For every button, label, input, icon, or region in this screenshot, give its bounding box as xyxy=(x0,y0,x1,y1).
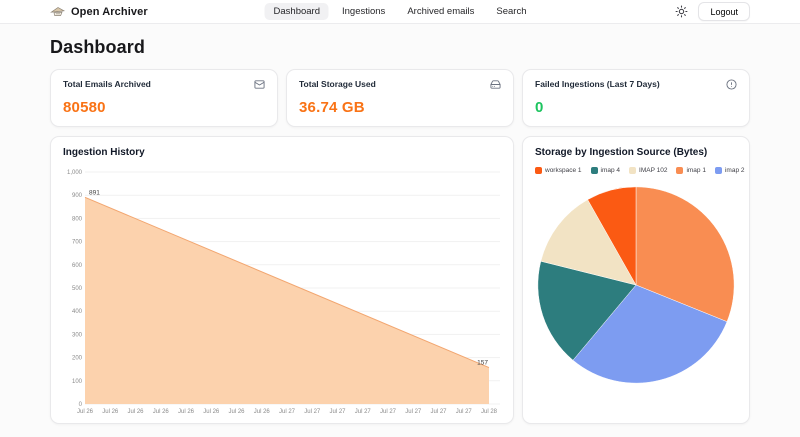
svg-text:Jul 26: Jul 26 xyxy=(77,409,94,415)
svg-text:Jul 27: Jul 27 xyxy=(329,409,346,415)
stat-card-total-storage: Total Storage Used 36.74 GB xyxy=(286,69,514,127)
svg-text:Jul 27: Jul 27 xyxy=(279,409,296,415)
stat-title: Total Storage Used xyxy=(299,79,376,89)
brand[interactable]: Open Archiver xyxy=(50,5,148,18)
svg-text:891: 891 xyxy=(89,189,100,196)
svg-text:Jul 26: Jul 26 xyxy=(203,409,220,415)
svg-text:157: 157 xyxy=(477,360,488,367)
svg-text:Jul 27: Jul 27 xyxy=(380,409,397,415)
main-content: Dashboard Total Emails Archived 80580 To… xyxy=(0,24,800,424)
chart-title: Storage by Ingestion Source (Bytes) xyxy=(535,147,737,158)
logout-button[interactable]: Logout xyxy=(698,2,750,21)
svg-text:700: 700 xyxy=(72,240,83,246)
svg-text:1,000: 1,000 xyxy=(67,170,83,176)
legend-item[interactable]: imap 1 xyxy=(676,167,706,174)
navbar-right: Logout xyxy=(675,2,750,21)
stat-title: Total Emails Archived xyxy=(63,79,151,89)
brand-name: Open Archiver xyxy=(71,6,148,18)
nav-item-archived-emails[interactable]: Archived emails xyxy=(398,3,483,20)
origami-bird-logo-icon xyxy=(50,5,66,18)
legend-swatch xyxy=(715,167,722,174)
legend-label: imap 2 xyxy=(725,167,745,174)
legend-item[interactable]: imap 4 xyxy=(591,167,621,174)
legend-swatch xyxy=(629,167,636,174)
legend-swatch xyxy=(676,167,683,174)
page-title: Dashboard xyxy=(50,37,750,58)
svg-text:0: 0 xyxy=(79,402,83,408)
pie-wrap xyxy=(535,180,737,390)
storage-pie-chart[interactable] xyxy=(535,180,737,390)
stat-title: Failed Ingestions (Last 7 Days) xyxy=(535,79,660,89)
top-navbar: Open Archiver Dashboard Ingestions Archi… xyxy=(0,0,800,24)
svg-text:Jul 28: Jul 28 xyxy=(481,409,498,415)
stats-row: Total Emails Archived 80580 Total Storag… xyxy=(50,69,750,127)
legend-swatch xyxy=(591,167,598,174)
alert-circle-icon xyxy=(726,79,737,90)
svg-text:Jul 26: Jul 26 xyxy=(178,409,195,415)
svg-text:300: 300 xyxy=(72,332,83,338)
svg-text:Jul 27: Jul 27 xyxy=(304,409,321,415)
stat-value: 0 xyxy=(535,99,737,116)
svg-text:Jul 27: Jul 27 xyxy=(405,409,422,415)
svg-text:400: 400 xyxy=(72,309,83,315)
svg-text:Jul 26: Jul 26 xyxy=(153,409,170,415)
legend-swatch xyxy=(535,167,542,174)
svg-text:Jul 26: Jul 26 xyxy=(127,409,144,415)
svg-text:Jul 26: Jul 26 xyxy=(254,409,271,415)
ingestion-history-area-chart: 0 100 200 300 400 500 600 700 800 900 1,000 Jul 26 J… xyxy=(63,162,503,416)
pie-legend: workspace 1 imap 4 IMAP 102 imap 1 imap … xyxy=(535,167,737,174)
legend-label: imap 4 xyxy=(601,167,621,174)
nav-item-dashboard[interactable]: Dashboard xyxy=(265,3,329,20)
svg-text:Jul 26: Jul 26 xyxy=(228,409,245,415)
svg-text:200: 200 xyxy=(72,356,83,362)
svg-text:500: 500 xyxy=(72,286,83,292)
legend-item[interactable]: imap 2 xyxy=(715,167,745,174)
stat-card-total-emails: Total Emails Archived 80580 xyxy=(50,69,278,127)
legend-label: workspace 1 xyxy=(545,167,582,174)
mail-icon xyxy=(254,79,265,90)
svg-text:Jul 26: Jul 26 xyxy=(102,409,119,415)
svg-text:600: 600 xyxy=(72,263,83,269)
sun-icon[interactable] xyxy=(675,5,688,18)
stat-card-failed-ingestions: Failed Ingestions (Last 7 Days) 0 xyxy=(522,69,750,127)
main-nav: Dashboard Ingestions Archived emails Sea… xyxy=(265,3,536,20)
hard-drive-icon xyxy=(490,79,501,90)
svg-text:Jul 27: Jul 27 xyxy=(430,409,447,415)
legend-item[interactable]: IMAP 102 xyxy=(629,167,667,174)
ingestion-history-card: Ingestion History 0 100 200 300 400 500 600 700… xyxy=(50,136,514,424)
storage-by-source-card: Storage by Ingestion Source (Bytes) work… xyxy=(522,136,750,424)
svg-text:800: 800 xyxy=(72,216,83,222)
stat-value: 80580 xyxy=(63,99,265,116)
legend-label: IMAP 102 xyxy=(639,167,667,174)
svg-text:Jul 27: Jul 27 xyxy=(355,409,372,415)
legend-item[interactable]: workspace 1 xyxy=(535,167,582,174)
stat-value: 36.74 GB xyxy=(299,99,501,116)
svg-text:100: 100 xyxy=(72,379,83,385)
nav-item-ingestions[interactable]: Ingestions xyxy=(333,3,394,20)
svg-text:900: 900 xyxy=(72,193,83,199)
svg-text:Jul 27: Jul 27 xyxy=(456,409,473,415)
chart-title: Ingestion History xyxy=(63,147,501,158)
legend-label: imap 1 xyxy=(686,167,706,174)
nav-item-search[interactable]: Search xyxy=(487,3,535,20)
charts-row: Ingestion History 0 100 200 300 400 500 600 700… xyxy=(50,136,750,424)
